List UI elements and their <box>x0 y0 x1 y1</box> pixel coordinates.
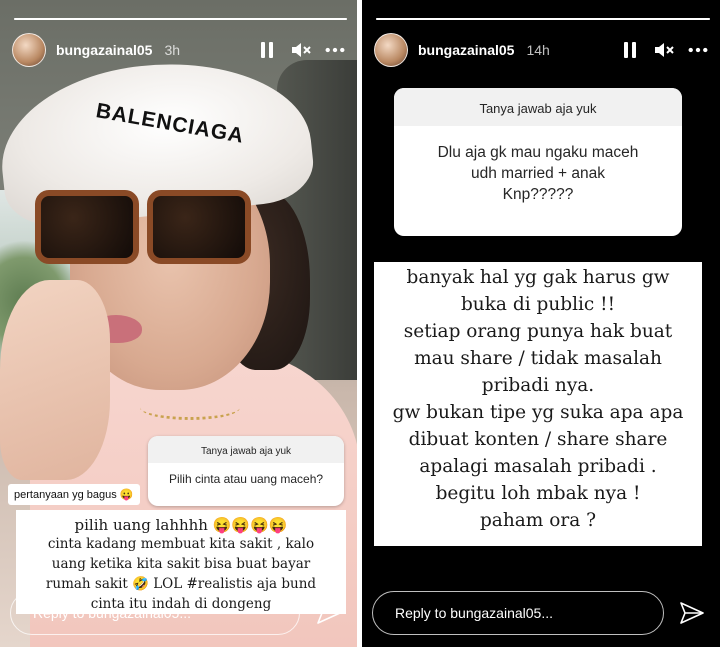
header-controls <box>257 40 345 60</box>
username[interactable]: bungazainal05 <box>418 42 514 58</box>
comment-sticker: pertanyaan yg bagus 😛 <box>8 484 140 505</box>
question-text: Dlu aja gk mau ngaku maceh udh married +… <box>394 126 682 221</box>
answer-line: dibuat konten / share share <box>408 429 668 450</box>
timestamp: 14h <box>526 42 550 58</box>
pause-icon[interactable] <box>257 40 277 60</box>
reply-input[interactable]: Reply to bungazainal05... <box>372 591 664 635</box>
speaker-muted-icon[interactable] <box>654 40 674 60</box>
avatar[interactable] <box>12 33 46 67</box>
answer-line: apalagi masalah pribadi . <box>419 456 657 477</box>
photo-sunglasses <box>35 190 255 264</box>
story-header: bungazainal05 3h <box>12 33 345 67</box>
reply-placeholder: Reply to bungazainal05... <box>33 605 191 621</box>
more-icon[interactable] <box>325 40 345 60</box>
paper-plane-icon[interactable] <box>678 601 706 625</box>
answer-line: begitu loh mbak nya ! <box>435 483 641 504</box>
username[interactable]: bungazainal05 <box>56 42 152 58</box>
answer-line: mau share / tidak masalah <box>414 348 662 369</box>
story-progress-bar <box>376 18 710 20</box>
progress-fill <box>376 18 710 20</box>
question-text: Pilih cinta atau uang maceh? <box>168 472 324 486</box>
reply-placeholder: Reply to bungazainal05... <box>395 605 553 621</box>
question-sticker[interactable]: Tanya jawab aja yuk Dlu aja gk mau ngaku… <box>394 88 682 236</box>
story-left[interactable]: BALENCIAGA bungazainal05 3h Tanya jawab … <box>0 0 357 647</box>
progress-fill <box>14 18 347 20</box>
answer-caption: banyak hal yg gak harus gw buka di publi… <box>374 262 702 546</box>
answer-line: pilih uang lahhhh 😝😝😝😝 <box>74 516 288 534</box>
more-icon[interactable] <box>688 40 708 60</box>
answer-line: gw bukan tipe yg suka apa apa <box>392 402 684 423</box>
story-right[interactable]: bungazainal05 14h Tanya jawab aja yuk Dl… <box>362 0 720 647</box>
pause-icon[interactable] <box>620 40 640 60</box>
answer-line: uang ketika kita sakit bisa buat bayar <box>51 556 311 572</box>
question-sticker[interactable]: Tanya jawab aja yuk Pilih cinta atau uan… <box>148 436 344 506</box>
question-title: Tanya jawab aja yuk <box>148 436 344 463</box>
paper-plane-icon[interactable] <box>315 601 343 625</box>
answer-line: buka di public !! <box>460 294 616 315</box>
answer-line: pribadi nya. <box>481 375 595 396</box>
header-controls <box>620 40 708 60</box>
avatar[interactable] <box>374 33 408 67</box>
story-progress-bar <box>14 18 347 20</box>
answer-line: paham ora ? <box>479 510 597 531</box>
question-line: Knp????? <box>502 186 574 203</box>
answer-line: cinta kadang membuat kita sakit , kalo <box>47 536 315 552</box>
question-line: udh married + anak <box>471 165 605 182</box>
question-line: Dlu aja gk mau ngaku maceh <box>437 144 639 161</box>
photo-hand <box>0 280 110 480</box>
answer-line: banyak hal yg gak harus gw <box>406 267 670 288</box>
photo-necklace <box>140 395 240 420</box>
story-header: bungazainal05 14h <box>374 33 708 67</box>
answer-line: setiap orang punya hak buat <box>403 321 673 342</box>
speaker-muted-icon[interactable] <box>291 40 311 60</box>
question-title: Tanya jawab aja yuk <box>394 88 682 126</box>
reply-input[interactable]: Reply to bungazainal05... <box>10 591 300 635</box>
timestamp: 3h <box>164 42 181 58</box>
